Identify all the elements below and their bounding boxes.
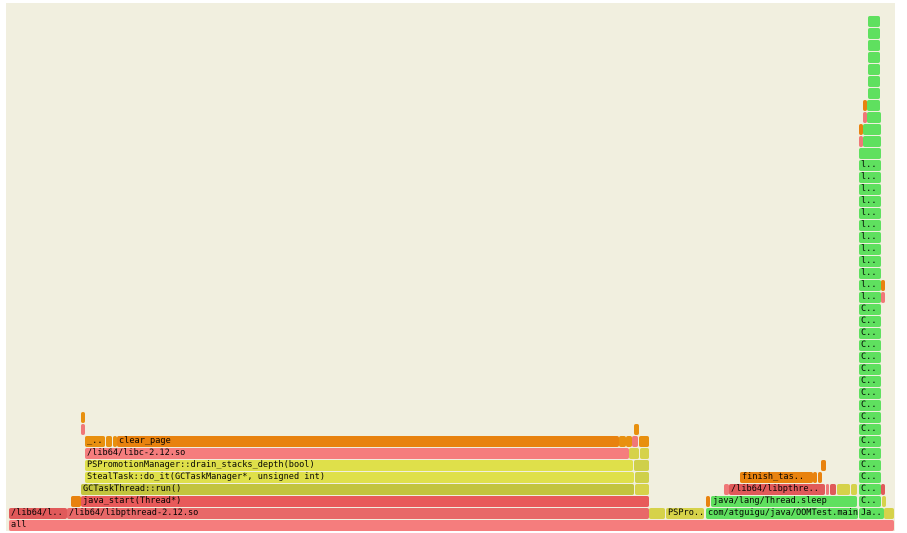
flame-frame[interactable]: l.. [859,268,881,279]
flame-frame[interactable]: finish_tas.. [740,472,813,483]
flame-frame[interactable] [867,100,880,111]
flame-frame[interactable] [619,436,626,447]
flame-frame[interactable] [635,472,649,483]
flame-frame[interactable]: l.. [859,220,881,231]
flame-frame[interactable] [634,460,649,471]
flame-frame[interactable]: l.. [859,256,881,267]
flame-frame[interactable]: l.. [859,280,881,291]
flame-frame[interactable] [71,496,81,507]
flame-frame[interactable] [868,52,880,63]
flame-frame[interactable] [868,64,880,75]
flame-frame[interactable]: l.. [859,184,881,195]
flamegraph-view: all/lib64/l../lib64/libpthread-2.12.so PS… [0,0,907,533]
flame-frame[interactable] [632,436,638,447]
flame-frame[interactable]: C.. [859,436,881,447]
flame-frame[interactable] [106,436,112,447]
flame-frame[interactable]: java/lang/Thread.sleep [711,496,857,507]
flame-frame[interactable]: l.. [859,232,881,243]
flame-frame[interactable] [640,448,649,459]
flame-frame[interactable] [837,484,850,495]
flame-frame[interactable] [81,412,85,423]
flame-frame[interactable]: l.. [859,196,881,207]
flame-frame[interactable] [863,136,881,147]
flame-frame[interactable]: l.. [859,172,881,183]
flame-frame[interactable] [868,88,880,99]
flame-frame[interactable] [868,16,880,27]
flame-frame[interactable]: C.. [859,412,881,423]
flame-frame[interactable] [830,484,836,495]
flame-frame[interactable] [867,112,881,123]
flame-frame[interactable]: all [9,520,894,531]
flame-frame[interactable] [821,460,826,471]
flame-frame[interactable]: _.. [85,436,105,447]
flame-frame[interactable] [882,496,886,507]
flame-frame[interactable] [881,484,885,495]
flame-frame[interactable]: C.. [859,472,881,483]
flame-frame[interactable]: /lib64/libpthread-2.12.so [67,508,649,519]
flame-frame[interactable] [859,148,881,159]
flame-frame[interactable] [635,484,649,495]
flame-frame[interactable]: Ja.. [859,508,884,519]
flame-frame[interactable] [868,76,880,87]
flame-frame[interactable]: C.. [859,400,881,411]
flame-frame[interactable]: /lib64/l.. [9,508,67,519]
flame-frame[interactable] [881,292,885,303]
flame-frame[interactable] [649,508,665,519]
flame-frame[interactable]: C.. [859,388,881,399]
flame-frame[interactable] [863,124,881,135]
flame-frame[interactable] [639,436,649,447]
flame-frame[interactable]: C.. [859,448,881,459]
flame-frame[interactable]: C.. [859,316,881,327]
flame-frame[interactable]: l.. [859,160,881,171]
flame-frame[interactable]: GCTaskThread::run() [81,484,634,495]
flame-frame[interactable]: /lib64/libc-2.12.so [85,448,629,459]
flame-frame[interactable] [818,472,822,483]
flame-frame[interactable] [868,28,880,39]
flame-frame[interactable] [826,484,829,495]
flame-frame[interactable] [884,508,894,519]
flame-frame[interactable]: C.. [859,496,881,507]
flame-frame[interactable]: l.. [859,244,881,255]
flame-frame[interactable]: PSPromotionManager::drain_stacks_depth(b… [85,460,633,471]
flame-frame[interactable]: /lib64/libpthre.. [729,484,825,495]
flame-frame[interactable]: C.. [859,340,881,351]
flame-frame[interactable]: C.. [859,484,881,495]
flame-frame[interactable] [81,424,85,435]
flame-frame[interactable]: C.. [859,352,881,363]
flame-frame[interactable]: clear_page [117,436,619,447]
flame-frame[interactable]: C.. [859,460,881,471]
flame-frame[interactable] [629,448,639,459]
flame-frame[interactable] [813,472,817,483]
flame-frame[interactable] [881,280,885,291]
flame-frame[interactable]: C.. [859,304,881,315]
flame-frame[interactable] [868,40,880,51]
flame-frame[interactable]: java_start(Thread*) [81,496,649,507]
flame-frame[interactable]: C.. [859,328,881,339]
flame-frame[interactable]: l.. [859,292,881,303]
flame-frame[interactable] [706,496,710,507]
flame-frame[interactable]: C.. [859,364,881,375]
flame-frame[interactable] [851,484,857,495]
flame-frame[interactable]: PSPro.. [666,508,704,519]
flame-frame[interactable]: StealTask::do_it(GCTaskManager*, unsigne… [85,472,634,483]
flame-frame[interactable]: C.. [859,376,881,387]
flame-frame[interactable] [634,424,639,435]
flame-frame[interactable]: l.. [859,208,881,219]
flame-frame[interactable]: C.. [859,424,881,435]
flame-frame[interactable]: com/atguigu/java/OOMTest.main [706,508,858,519]
